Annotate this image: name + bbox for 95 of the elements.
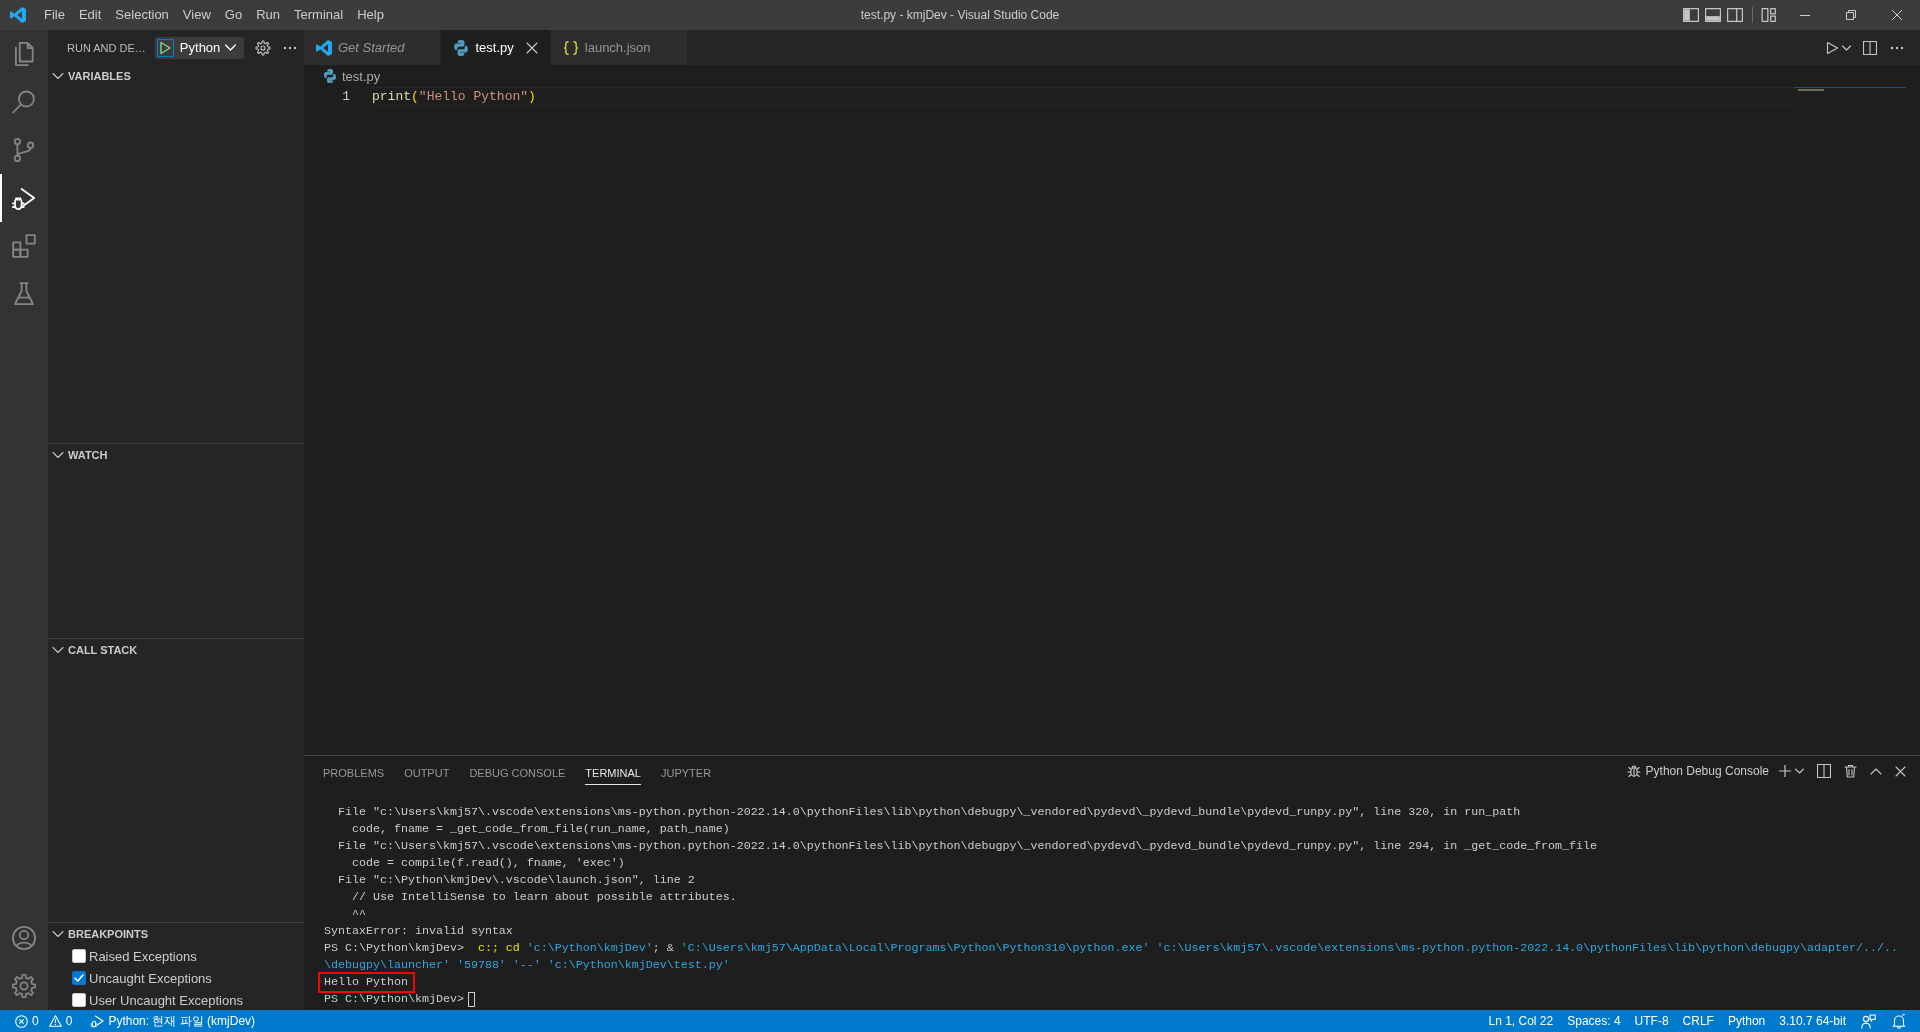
section-header[interactable]: CALL STACK [48,639,304,661]
menu-item[interactable]: File [37,0,72,30]
terminal-line: code, fname = _get_code_from_file(run_name, path_name) [350,822,730,836]
checkbox[interactable] [72,993,86,1007]
terminal-dropdown[interactable]: Python Debug Console [1626,764,1769,778]
checkbox[interactable] [72,971,86,985]
sidebar-title: RUN AND DE… [67,41,146,54]
feedback-icon[interactable] [1861,1013,1876,1029]
menu-item[interactable]: Terminal [287,0,351,30]
python-file-icon [453,39,470,56]
menu-item[interactable]: Run [249,0,287,30]
terminal-line: ^^ [350,907,366,921]
panel-tab[interactable]: OUTPUT [404,762,450,785]
flask-icon [12,282,36,306]
terminal-line: \debugpy\launcher' '59788' '--' 'c:\Python\kmjDev\test.py' [324,958,730,972]
play-bug-icon [12,186,36,210]
search-icon [12,90,36,114]
code-line: print("Hello Python") [372,89,536,104]
breadcrumb-item[interactable]: test.py [342,68,381,84]
breakpoint-label: Uncaught Exceptions [89,970,212,986]
more-icon[interactable] [283,45,298,50]
terminal-line: File "c:\Python\kmjDev\.vscode\launch.json", line 2 [337,873,695,887]
plus-icon[interactable] [1779,765,1791,777]
terminal-line: File "c:\Users\kmj57\.vscode\extensions\ms-python.python-2022.14.0\pythonFiles\lib\python\debugpy\_vendored\pydevd\_pydevd_bundle\pydevd_runpy.py", line 294, in _get_code_from_file [337,839,1598,853]
layout-icon[interactable] [1761,7,1777,23]
status-bar-item[interactable]: Python [1720,1010,1773,1032]
app-logo-icon [316,39,332,56]
split-icon[interactable] [1817,764,1831,778]
terminal-line: code = compile(f.read(), fname, 'exec') [350,856,625,870]
status-bar-item[interactable]: UTF-8 [1627,1010,1676,1032]
panel-tab[interactable]: PROBLEMS [323,762,385,785]
status-bar-item[interactable]: CRLF [1675,1010,1721,1032]
menu-item[interactable]: View [175,0,218,30]
caret-icon[interactable] [1842,44,1851,51]
play-icon [158,40,173,55]
extensions-icon [12,234,36,258]
trash-icon[interactable] [1844,764,1857,778]
play-icon[interactable] [1826,40,1839,55]
error-icon [15,1014,28,1028]
breakpoint-label: User Uncaught Exceptions [89,992,243,1008]
chevron-up-icon[interactable] [1870,767,1882,775]
terminal-line: // Use IntelliSense to learn about possible attributes. [350,890,737,904]
breakpoint-label: Raised Exceptions [89,948,197,964]
settings-icon[interactable] [255,39,272,56]
warning-icon [48,1015,62,1027]
braces-icon [562,39,579,56]
split-editor-icon[interactable] [1863,40,1877,55]
files-icon [12,42,36,66]
terminal-line: File "c:\Users\kmj57\.vscode\extensions\ms-python.python-2022.14.0\pythonFiles\lib\python\debugpy\_vendored\pydevd\_pydevd_bundle\pydevd_runpy.py", line 320, in run_path [337,805,1521,819]
window-title: test.py - kmjDev - Visual Studio Code [860,8,1060,22]
more-icon[interactable] [1890,45,1904,50]
start-debugging-button[interactable] [156,38,174,57]
menu-item[interactable]: Help [350,0,391,30]
menu-item[interactable]: Edit [71,0,109,30]
python-file-icon [323,69,337,83]
close-icon[interactable] [525,41,538,54]
caret-icon[interactable] [1795,768,1804,774]
close-icon[interactable] [1892,10,1902,20]
terminal-line: PS C:\Python\kmjDev> c:; cd 'c:\Python\kmjDev'; & 'C:\Users\kmj57\AppData\Local\Programs\Python\Python310\python.exe' 'c:\Users\kmj57\.vscode\extensions\ms-python.python-2022.14.0\pythonFiles\lib\python\debugpy\adapter/../.. [324,941,1898,955]
menu-item[interactable]: Go [217,0,250,30]
warnings-button[interactable]: 0 [43,1010,78,1032]
app-logo-icon [10,7,26,23]
panel-toggle-icon[interactable] [1705,7,1721,23]
play-bug-icon [90,1014,105,1028]
status-bar-item[interactable]: 3.10.7 64-bit [1772,1010,1853,1032]
editor-tab[interactable]: test.py [441,30,551,65]
secondary-sidebar-toggle-icon[interactable] [1727,7,1743,23]
panel-tab[interactable]: TERMINAL [585,762,641,785]
section-header[interactable]: VARIABLES [48,65,304,87]
menu-item[interactable]: Selection [108,0,176,30]
section-header[interactable]: BREAKPOINTS [48,923,304,945]
caret-icon [225,44,237,51]
errors-button[interactable]: 0 [10,1010,44,1032]
source-control-icon [12,138,36,162]
checkbox[interactable] [72,949,86,963]
configuration-dropdown[interactable]: Python [179,36,237,59]
terminal-line: Hello Python [324,975,408,989]
line-number: 1 [341,88,350,106]
debug-configuration-button[interactable]: Python: 현재 파일 (kmjDev) [85,1010,261,1032]
restore-icon[interactable] [1846,10,1856,20]
terminal-line: SyntaxError: invalid syntax [324,924,513,938]
checkmark-icon [74,974,84,982]
status-bar-item[interactable]: Spaces: 4 [1560,1010,1628,1032]
close-icon[interactable] [1895,765,1906,777]
status-bar-item[interactable]: Ln 1, Col 22 [1481,1010,1561,1032]
bell-icon[interactable] [1892,1013,1906,1029]
account-icon[interactable] [12,926,36,950]
terminal-line: PS C:\Python\kmjDev> [324,992,465,1006]
bug-icon [1626,764,1641,778]
editor-tab[interactable]: Get Started [304,30,442,65]
panel-tab[interactable]: JUPYTER [660,762,712,785]
panel-tab[interactable]: DEBUG CONSOLE [469,762,566,785]
sidebar-toggle-icon[interactable] [1683,7,1699,23]
editor-tab[interactable]: launch.json [550,30,688,65]
section-header[interactable]: WATCH [48,444,304,466]
